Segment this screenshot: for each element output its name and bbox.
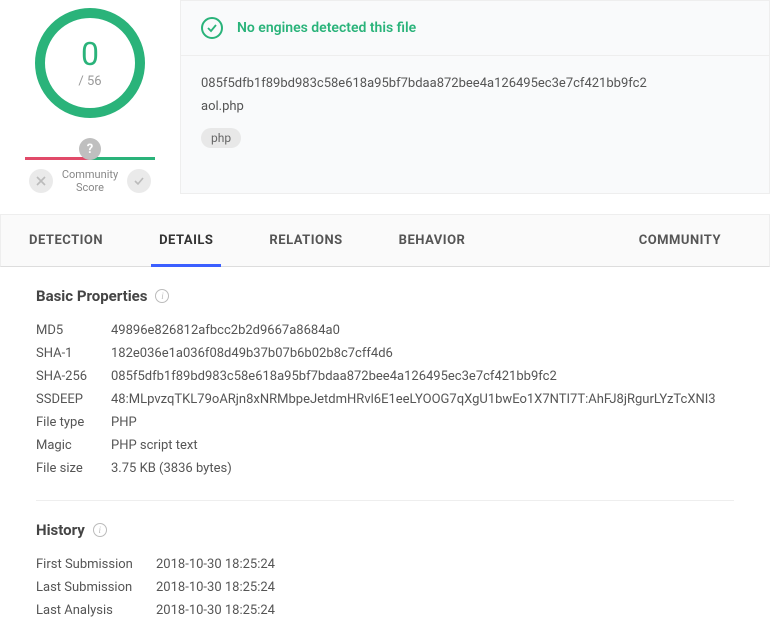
table-row: File size3.75 KB (3836 bytes) (36, 457, 734, 480)
check-icon[interactable] (127, 169, 151, 193)
close-icon[interactable] (29, 169, 53, 193)
basic-properties-table: MD549896e826812afbcc2b2d9667a8684a0 SHA-… (36, 319, 734, 480)
detection-score-circle: 0 / 56 (35, 8, 145, 118)
table-row: First Submission2018-10-30 18:25:24 (36, 553, 734, 576)
detection-status-bar: No engines detected this file (181, 1, 769, 56)
tab-behavior[interactable]: BEHAVIOR (371, 215, 494, 266)
table-row: MagicPHP script text (36, 434, 734, 457)
table-row: SHA-1182e036e1a036f08d49b37b07b6b02b8c7c… (36, 342, 734, 365)
community-score-label: Community Score (62, 168, 118, 194)
file-hash: 085f5dfb1f89bd983c58e618a95bf7bdaa872bee… (201, 76, 749, 91)
community-score-widget: ? Community Score (25, 138, 155, 194)
history-section: History i First Submission2018-10-30 18:… (0, 501, 770, 632)
table-row: SHA-256085f5dfb1f89bd983c58e618a95bf7bda… (36, 365, 734, 388)
section-title-history: History i (36, 521, 734, 539)
basic-properties-section: Basic Properties i MD549896e826812afbcc2… (0, 267, 770, 490)
table-row: MD549896e826812afbcc2b2d9667a8684a0 (36, 319, 734, 342)
detection-score-value: 0 (81, 38, 99, 70)
tab-details[interactable]: DETAILS (131, 215, 241, 266)
file-name: aol.php (201, 99, 749, 114)
help-icon[interactable]: ? (79, 138, 101, 160)
file-info-panel: No engines detected this file 085f5dfb1f… (180, 0, 770, 194)
detection-score-total: / 56 (78, 74, 101, 89)
tab-detection[interactable]: DETECTION (1, 215, 131, 266)
info-icon[interactable]: i (155, 289, 169, 303)
tab-community[interactable]: COMMUNITY (611, 215, 749, 266)
checkmark-circle-icon (201, 17, 223, 39)
file-type-tag[interactable]: php (201, 128, 241, 148)
tab-relations[interactable]: RELATIONS (241, 215, 370, 266)
table-row: File typePHP (36, 411, 734, 434)
table-row: Last Analysis2018-10-30 18:25:24 (36, 599, 734, 622)
table-row: SSDEEP48:MLpvzqTKL79oARjn8xNRMbpeJetdmHR… (36, 388, 734, 411)
score-column: 0 / 56 ? Community Score (0, 0, 180, 194)
table-row: Last Submission2018-10-30 18:25:24 (36, 576, 734, 599)
detection-status-text: No engines detected this file (237, 20, 416, 36)
history-table: First Submission2018-10-30 18:25:24 Last… (36, 553, 734, 622)
tabs-bar: DETECTION DETAILS RELATIONS BEHAVIOR COM… (0, 214, 770, 267)
section-title-basic-properties: Basic Properties i (36, 287, 734, 305)
info-icon[interactable]: i (93, 523, 107, 537)
